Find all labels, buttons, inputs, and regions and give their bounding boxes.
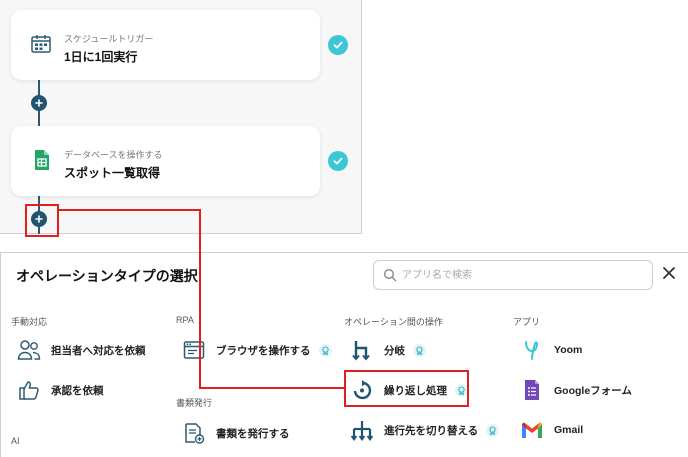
op-label: Yoom [554,344,583,356]
panel-title: オペレーションタイプの選択 [16,268,198,284]
category-ai: AI [11,436,20,446]
calendar-icon [31,35,51,53]
gmail-icon [520,418,544,442]
highlight-add-step [25,204,59,237]
annotation-arrow-segment [199,209,201,389]
step-type-label: スケジュールトリガー [64,34,154,44]
category-apps: アプリ [513,317,541,327]
app-yoom[interactable]: Yoom [520,338,582,362]
operation-type-panel: オペレーションタイプの選択 手動対応 AI RPA 書類発行 オペレーション間の… [0,252,688,457]
step-type-label: データベースを操作する [64,150,163,160]
app-google-forms[interactable]: Googleフォーム [520,378,632,402]
op-label: 書類を発行する [216,427,290,440]
premium-badge-icon [413,343,426,357]
op-label: 承認を依頼 [51,384,104,397]
category-operations: オペレーション間の操作 [344,317,443,327]
document-add-icon [182,421,206,445]
step-title: 1日に1回実行 [64,50,138,64]
search-icon [383,268,397,282]
op-label: Googleフォーム [554,384,632,397]
app-gmail[interactable]: Gmail [520,418,583,442]
annotation-arrow-segment [199,387,344,389]
category-docs: 書類発行 [176,398,213,408]
premium-badge-icon [318,343,332,357]
check-icon [328,35,348,55]
category-rpa: RPA [176,315,194,325]
branch-icon [350,338,374,362]
op-label: 進行先を切り替える [384,424,479,437]
op-browser-automation[interactable]: ブラウザを操作する [182,338,332,362]
flow-step-database[interactable]: データベースを操作する スポット一覧取得 [11,126,320,196]
yoom-icon [520,338,544,362]
highlight-loop-operation [344,370,469,407]
app-search-input[interactable] [402,266,642,284]
close-icon[interactable] [659,263,679,283]
add-step-button[interactable] [31,95,47,111]
app-search-box[interactable] [373,260,653,290]
op-request-approval[interactable]: 承認を依頼 [17,378,104,402]
plus-icon [35,99,43,107]
annotation-arrow-segment [59,209,200,211]
op-label: 分岐 [384,344,405,357]
thumbs-up-icon [17,378,41,402]
route-switch-icon [350,418,374,442]
op-label: Gmail [554,424,584,436]
browser-icon [182,338,206,362]
op-label: 担当者へ対応を依頼 [51,344,146,357]
premium-badge-icon [486,423,500,437]
op-label: ブラウザを操作する [216,344,311,357]
op-route-switch[interactable]: 進行先を切り替える [350,418,500,442]
step-title: スポット一覧取得 [64,166,161,180]
op-branch[interactable]: 分岐 [350,338,426,362]
op-issue-document[interactable]: 書類を発行する [182,421,290,445]
category-manual: 手動対応 [11,317,48,327]
google-forms-icon [520,378,544,402]
check-icon [328,151,348,171]
flow-step-schedule-trigger[interactable]: スケジュールトリガー 1日に1回実行 [11,10,320,80]
flow-canvas: スケジュールトリガー 1日に1回実行 データベースを操作する スポット一覧取得 [0,0,362,234]
op-assign-person[interactable]: 担当者へ対応を依頼 [17,338,146,362]
google-sheets-icon [35,150,49,170]
people-icon [17,338,41,362]
